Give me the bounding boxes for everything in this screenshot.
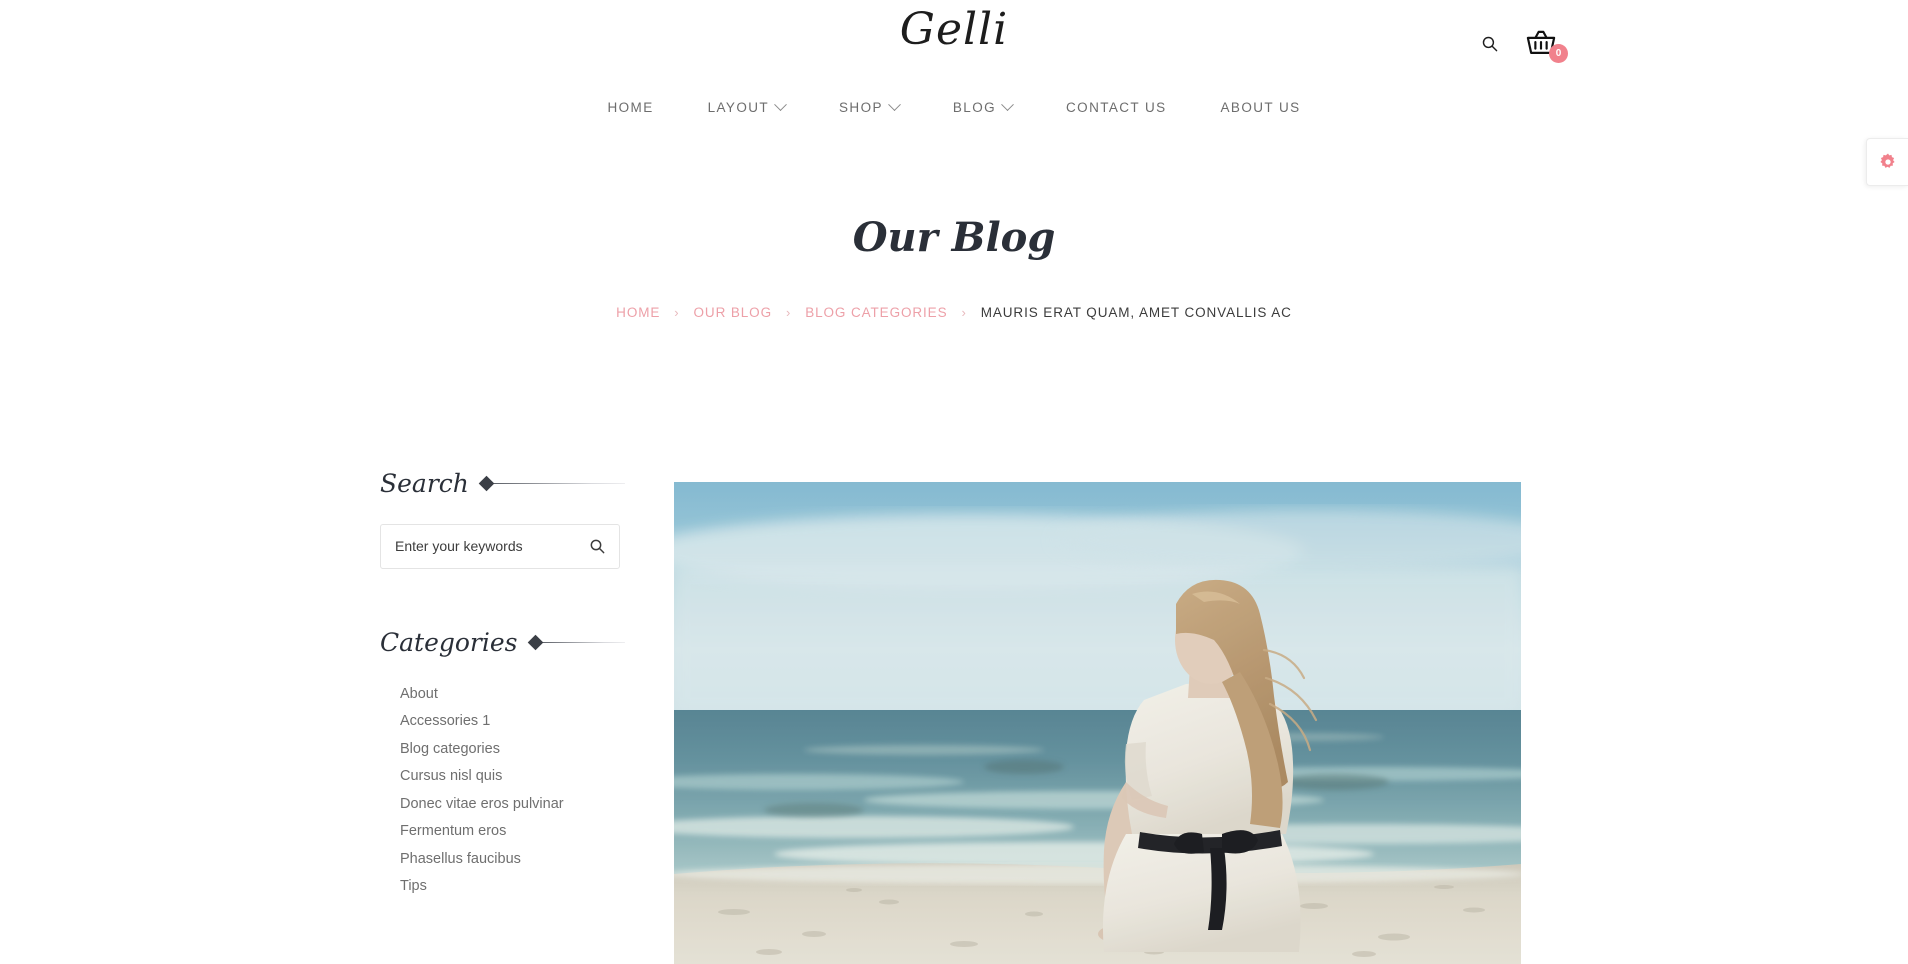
category-list-item[interactable]: Fermentum eros xyxy=(400,818,625,846)
nav-item-contact-us[interactable]: CONTACT US xyxy=(1039,100,1194,115)
main-navigation: HOME LAYOUT SHOP BLOG CONTACT US ABOUT U… xyxy=(0,98,1908,115)
category-list: About Accessories 1 Blog categories Curs… xyxy=(380,680,625,900)
search-widget-title: Search xyxy=(380,470,625,498)
categories-widget-title: Categories xyxy=(380,627,625,657)
chevron-down-icon xyxy=(1001,98,1014,112)
categories-widget: Categories About Accessories 1 Blog cate… xyxy=(380,627,625,901)
nav-item-blog[interactable]: BLOG xyxy=(926,98,1039,115)
header-icon-group: 0 xyxy=(1481,30,1568,63)
nav-item-label: LAYOUT xyxy=(707,100,770,115)
beach-photo-illustration xyxy=(674,482,1521,964)
cart-count-badge: 0 xyxy=(1549,44,1568,63)
category-list-item[interactable]: Phasellus faucibus xyxy=(400,845,625,873)
breadcrumb-item-blog-categories[interactable]: BLOG CATEGORIES xyxy=(805,305,947,320)
nav-item-about-us[interactable]: ABOUT US xyxy=(1194,100,1328,115)
nav-item-label: HOME xyxy=(607,100,654,115)
widget-title-text: Categories xyxy=(380,627,518,657)
nav-item-label: ABOUT US xyxy=(1220,100,1301,115)
nav-item-label: BLOG xyxy=(952,100,997,115)
gear-icon xyxy=(1879,153,1895,168)
breadcrumb-separator: › xyxy=(674,305,680,320)
post-featured-image[interactable] xyxy=(674,482,1521,964)
diamond-icon xyxy=(527,634,543,651)
category-list-item[interactable]: Tips xyxy=(400,873,625,901)
nav-item-label: CONTACT US xyxy=(1066,100,1167,115)
nav-item-home[interactable]: HOME xyxy=(581,100,681,115)
search-toggle-button[interactable] xyxy=(1481,35,1498,52)
breadcrumb: HOME › OUR BLOG › BLOG CATEGORIES › MAUR… xyxy=(0,305,1908,320)
theme-settings-toggle[interactable] xyxy=(1866,138,1908,186)
site-header: Gelli 0 HOME LAYOUT SHOP BLOG CONTACT US… xyxy=(0,0,1908,140)
category-list-item[interactable]: About xyxy=(400,680,625,708)
search-submit-button[interactable] xyxy=(583,534,611,558)
widget-title-text: Search xyxy=(380,469,469,498)
site-logo[interactable]: Gelli xyxy=(0,8,1908,52)
breadcrumb-current-page: MAURIS ERAT QUAM, AMET CONVALLIS AC xyxy=(980,305,1292,320)
cart-button[interactable]: 0 xyxy=(1526,30,1568,63)
sidebar: Search Categories xyxy=(380,470,625,900)
sidebar-search-form xyxy=(380,523,620,569)
title-divider xyxy=(540,641,625,643)
chevron-down-icon xyxy=(774,98,787,112)
breadcrumb-item-our-blog[interactable]: OUR BLOG xyxy=(694,305,772,320)
chevron-down-icon xyxy=(888,98,901,112)
search-icon xyxy=(590,539,605,554)
breadcrumb-separator: › xyxy=(961,305,967,320)
page-title: Our Blog xyxy=(852,214,1056,261)
blog-category-page: Gelli 0 HOME LAYOUT SHOP BLOG CONTACT US… xyxy=(0,0,1908,964)
title-divider xyxy=(491,483,625,485)
nav-item-shop[interactable]: SHOP xyxy=(812,98,926,115)
search-input[interactable] xyxy=(395,538,583,554)
breadcrumb-item-home[interactable]: HOME xyxy=(616,305,660,320)
category-list-item[interactable]: Donec vitae eros pulvinar xyxy=(400,790,625,818)
diamond-icon xyxy=(478,475,495,492)
search-icon xyxy=(1482,36,1498,52)
category-list-item[interactable]: Accessories 1 xyxy=(400,708,625,736)
breadcrumb-separator: › xyxy=(785,305,792,320)
nav-item-label: SHOP xyxy=(839,100,883,115)
search-widget: Search xyxy=(380,470,625,569)
category-list-item[interactable]: Cursus nisl quis xyxy=(400,763,625,791)
category-list-item[interactable]: Blog categories xyxy=(400,735,625,763)
content-area: Search Categories xyxy=(0,470,1908,964)
nav-item-layout[interactable]: LAYOUT xyxy=(681,98,812,115)
